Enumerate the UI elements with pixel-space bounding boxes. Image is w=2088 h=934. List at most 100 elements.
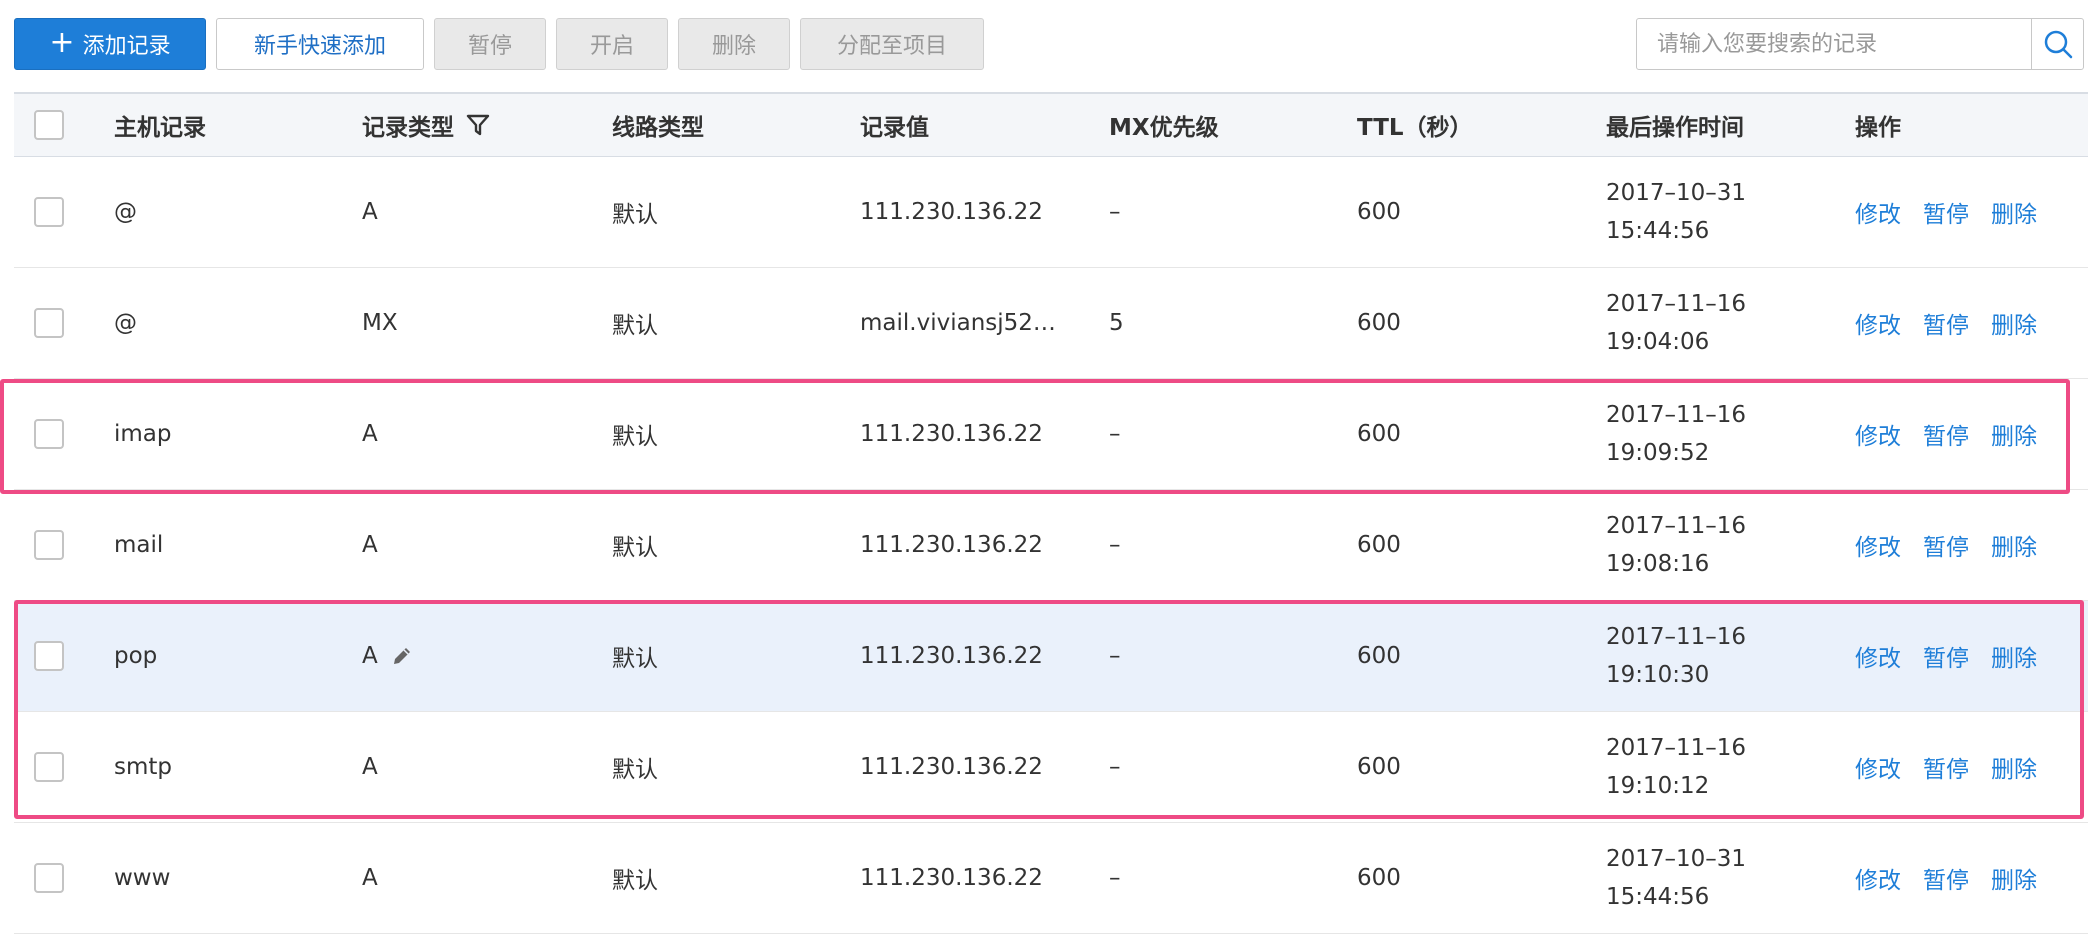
- time-clock: 19:08:16: [1606, 551, 1710, 577]
- header-ops: 操作: [1855, 115, 1901, 141]
- row-checkbox[interactable]: [34, 752, 64, 782]
- pause-link[interactable]: 暂停: [1923, 195, 1969, 229]
- edit-link[interactable]: 修改: [1855, 750, 1901, 784]
- type-cell: MX: [362, 310, 398, 336]
- row-checkbox[interactable]: [34, 197, 64, 227]
- time-clock: 19:10:12: [1606, 773, 1710, 799]
- host-cell: @: [114, 199, 137, 225]
- line-cell: 默认: [612, 868, 658, 894]
- value-cell: 111.230.136.22: [860, 421, 1043, 447]
- delete-link[interactable]: 删除: [1991, 306, 2037, 340]
- mx-cell: –: [1109, 865, 1121, 891]
- table-row[interactable]: mail A 默认 111.230.136.22 – 600 2017–11–1…: [14, 490, 2088, 601]
- actions-cell: 修改 暂停 删除: [1855, 268, 2059, 378]
- type-cell: A: [362, 532, 378, 558]
- ttl-cell: 600: [1357, 199, 1401, 225]
- search-icon: [2044, 30, 2073, 59]
- pause-link[interactable]: 暂停: [1923, 861, 1969, 895]
- edit-link[interactable]: 修改: [1855, 639, 1901, 673]
- line-cell: 默认: [612, 424, 658, 450]
- filter-icon[interactable]: [466, 113, 490, 137]
- edit-link[interactable]: 修改: [1855, 528, 1901, 562]
- edit-link[interactable]: 修改: [1855, 861, 1901, 895]
- value-text: mail.viviansj520.…: [860, 310, 1065, 336]
- row-checkbox[interactable]: [34, 530, 64, 560]
- table-row[interactable]: imap A 默认 111.230.136.22 – 600 2017–11–1…: [14, 379, 2088, 490]
- enable-button[interactable]: 开启: [556, 18, 668, 70]
- delete-link[interactable]: 删除: [1991, 417, 2037, 451]
- ttl-cell: 600: [1357, 865, 1401, 891]
- mx-cell: 5: [1109, 310, 1124, 336]
- value-cell: 111.230.136.22: [860, 643, 1043, 669]
- ttl-cell: 600: [1357, 421, 1401, 447]
- host-cell: @: [114, 310, 137, 336]
- time-date: 2017–11–16: [1606, 624, 1747, 650]
- table-row[interactable]: pop A 默认 111.230.136.22 – 600 2017–11–16…: [14, 601, 2088, 712]
- select-all-checkbox[interactable]: [34, 110, 64, 140]
- delete-link[interactable]: 删除: [1991, 528, 2037, 562]
- delete-link[interactable]: 删除: [1991, 195, 2037, 229]
- delete-link[interactable]: 删除: [1991, 750, 2037, 784]
- assign-project-button[interactable]: 分配至项目: [800, 18, 984, 70]
- table-row[interactable]: @ A 默认 111.230.136.22 – 600 2017–10–31 1…: [14, 157, 2088, 268]
- actions-cell: 修改 暂停 删除: [1855, 379, 2059, 489]
- pencil-icon[interactable]: [390, 644, 414, 668]
- actions-cell: 修改 暂停 删除: [1855, 157, 2059, 267]
- time-cell: 2017–11–16 19:10:30: [1606, 601, 1746, 711]
- edit-link[interactable]: 修改: [1855, 306, 1901, 340]
- search-button[interactable]: [2032, 19, 2084, 69]
- line-cell: 默认: [612, 202, 658, 228]
- mx-cell: –: [1109, 532, 1121, 558]
- row-checkbox[interactable]: [34, 863, 64, 893]
- dns-records-table: 主机记录 记录类型 线路类型 记录值 MX优先级 TTL（秒） 最后操作时间 操…: [14, 92, 2088, 934]
- pause-link[interactable]: 暂停: [1923, 306, 1969, 340]
- host-cell: imap: [114, 421, 172, 447]
- row-checkbox[interactable]: [34, 419, 64, 449]
- row-checkbox[interactable]: [34, 308, 64, 338]
- type-cell: A: [362, 421, 378, 447]
- time-clock: 19:09:52: [1606, 440, 1710, 466]
- row-checkbox[interactable]: [34, 641, 64, 671]
- pause-link[interactable]: 暂停: [1923, 528, 1969, 562]
- header-time: 最后操作时间: [1606, 115, 1744, 141]
- ttl-cell: 600: [1357, 532, 1401, 558]
- time-date: 2017–11–16: [1606, 513, 1747, 539]
- mx-cell: –: [1109, 754, 1121, 780]
- time-date: 2017–11–16: [1606, 735, 1747, 761]
- table-row[interactable]: @ MX 默认 mail.viviansj520.… 5 600 2017–11…: [14, 268, 2088, 379]
- time-cell: 2017–10–31 15:44:56: [1606, 823, 1746, 933]
- ttl-cell: 600: [1357, 643, 1401, 669]
- edit-link[interactable]: 修改: [1855, 195, 1901, 229]
- type-cell: A: [362, 865, 378, 891]
- pause-link[interactable]: 暂停: [1923, 639, 1969, 673]
- time-cell: 2017–10–31 15:44:56: [1606, 157, 1746, 267]
- time-date: 2017–10–31: [1606, 180, 1747, 206]
- mx-cell: –: [1109, 643, 1121, 669]
- delete-link[interactable]: 删除: [1991, 861, 2037, 895]
- line-cell: 默认: [612, 646, 658, 672]
- pause-link[interactable]: 暂停: [1923, 417, 1969, 451]
- value-cell: 111.230.136.22: [860, 532, 1043, 558]
- host-cell: smtp: [114, 754, 173, 780]
- actions-cell: 修改 暂停 删除: [1855, 712, 2059, 822]
- ttl-cell: 600: [1357, 310, 1401, 336]
- line-cell: 默认: [612, 535, 658, 561]
- quick-add-button[interactable]: 新手快速添加: [216, 18, 424, 70]
- type-cell: A: [362, 754, 378, 780]
- actions-cell: 修改 暂停 删除: [1855, 490, 2059, 600]
- edit-link[interactable]: 修改: [1855, 417, 1901, 451]
- toolbar: + 添加记录 新手快速添加 暂停 开启 删除 分配至项目: [0, 0, 2088, 92]
- table-row[interactable]: smtp A 默认 111.230.136.22 – 600 2017–11–1…: [14, 712, 2088, 823]
- delete-link[interactable]: 删除: [1991, 639, 2037, 673]
- pause-link[interactable]: 暂停: [1923, 750, 1969, 784]
- pause-button[interactable]: 暂停: [434, 18, 546, 70]
- host-cell: pop: [114, 643, 158, 669]
- time-cell: 2017–11–16 19:08:16: [1606, 490, 1746, 600]
- time-cell: 2017–11–16 19:04:06: [1606, 268, 1746, 378]
- add-record-button[interactable]: + 添加记录: [14, 18, 206, 70]
- table-row[interactable]: www A 默认 111.230.136.22 – 600 2017–10–31…: [14, 823, 2088, 934]
- header-host: 主机记录: [114, 115, 206, 141]
- header-mx: MX优先级: [1109, 115, 1219, 141]
- search-input[interactable]: [1637, 19, 2029, 69]
- delete-button[interactable]: 删除: [678, 18, 790, 70]
